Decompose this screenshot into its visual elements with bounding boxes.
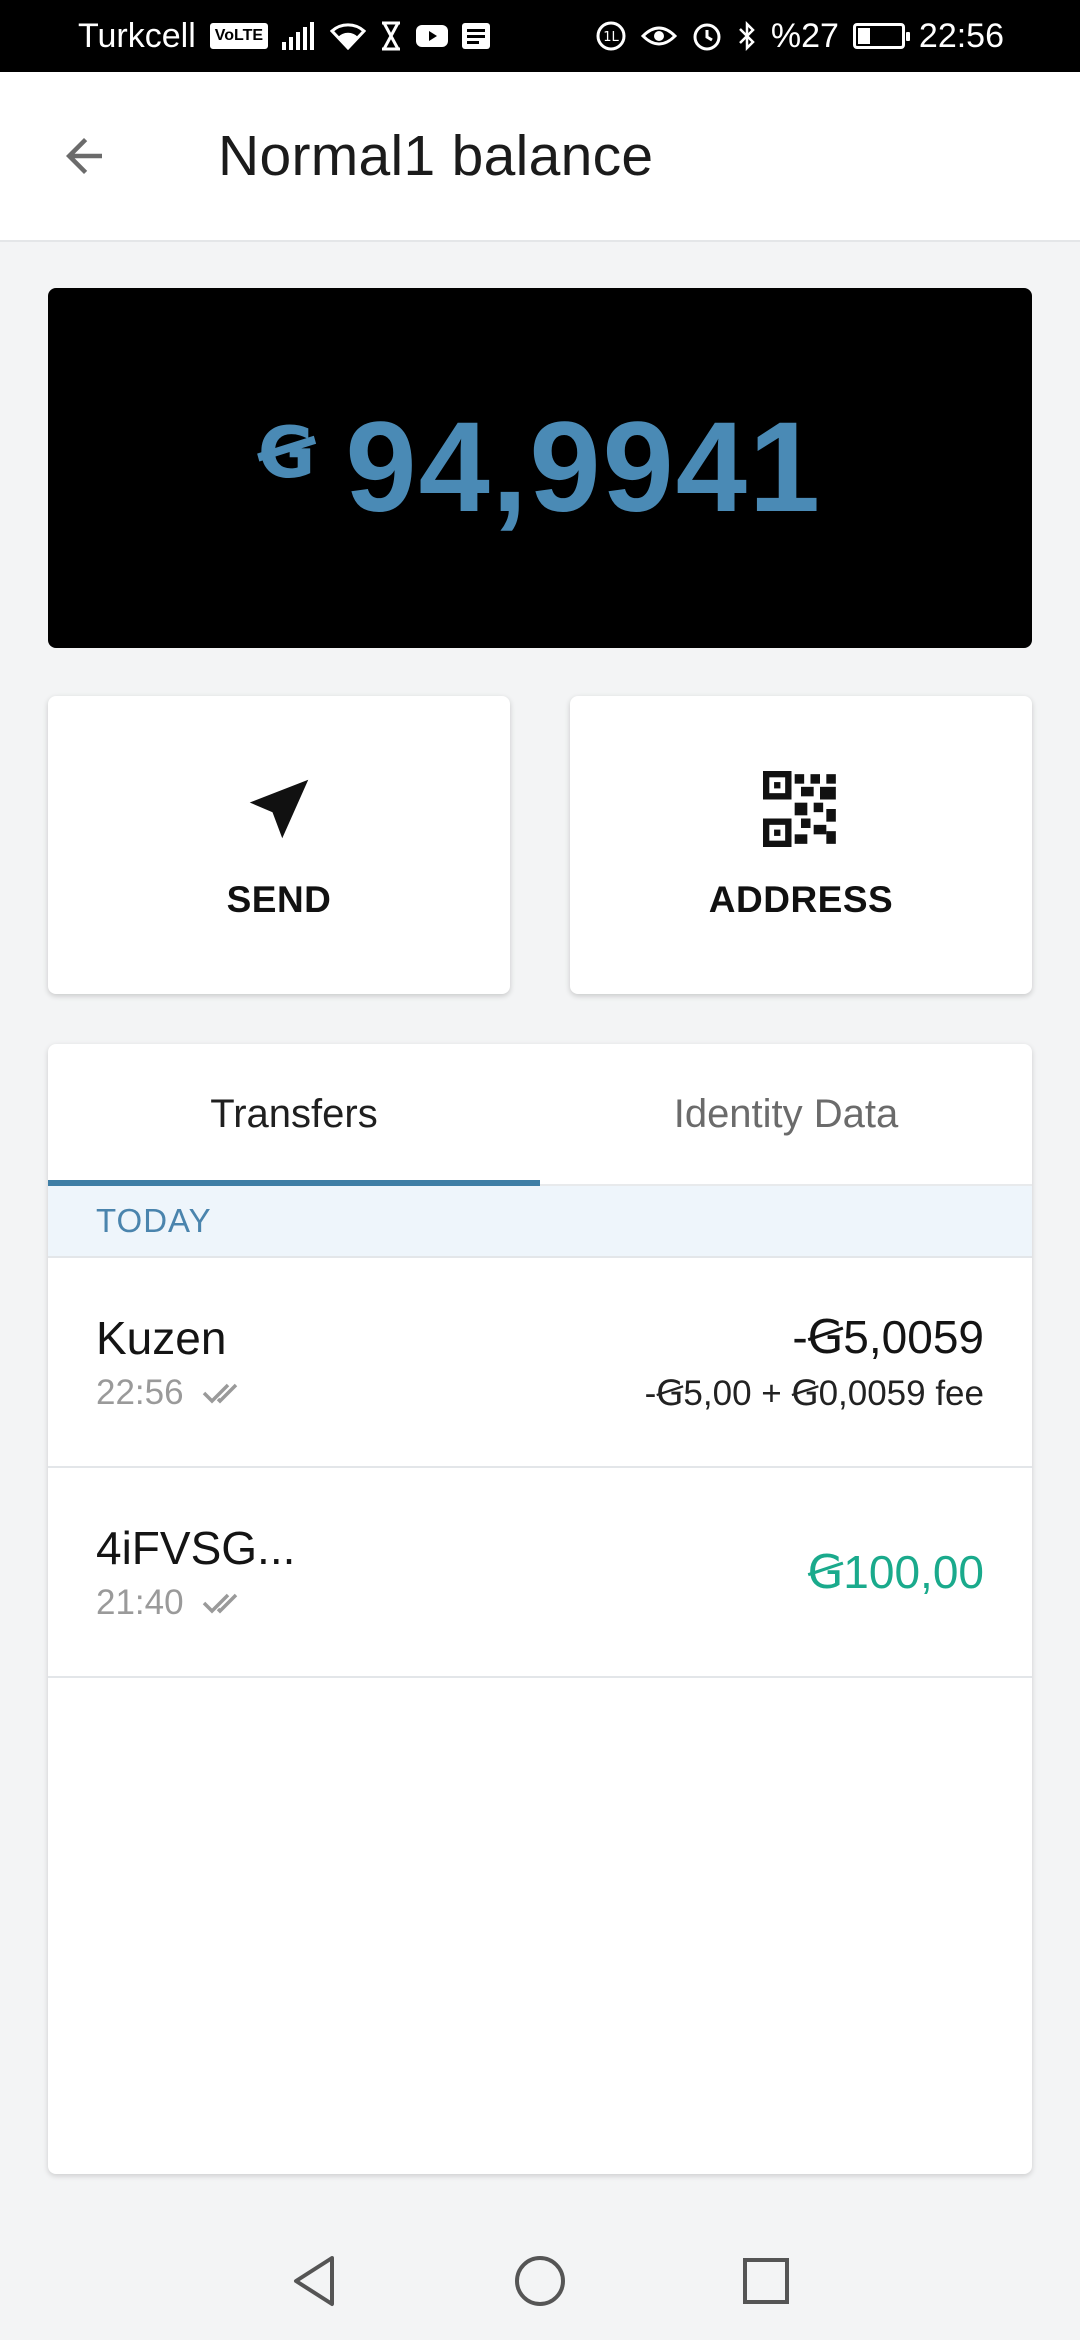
section-header-today: TODAY — [48, 1186, 1032, 1258]
qr-code-icon — [761, 769, 841, 849]
system-nav-bar — [0, 2222, 1080, 2340]
svg-text:1L: 1L — [603, 30, 619, 45]
nav-back-button[interactable] — [284, 2251, 344, 2311]
currency-symbol: Ꞡ — [257, 414, 316, 492]
transfer-row[interactable]: 4iFVSG... 21:40 Ꞡ100,00 — [48, 1468, 1032, 1678]
transfer-amount: -Ꞡ5,0059 — [792, 1311, 984, 1363]
wifi-icon — [330, 18, 367, 54]
alarm-icon — [691, 18, 723, 54]
double-check-icon — [202, 1593, 237, 1614]
transfer-time: 22:56 — [96, 1373, 184, 1412]
battery-percent: %27 — [770, 16, 839, 55]
bluetooth-icon — [737, 18, 757, 54]
status-bar: Turkcell VoLTE 1L %27 22:56 — [0, 0, 1080, 72]
home-circle-icon — [515, 2256, 565, 2306]
transfer-amount: Ꞡ100,00 — [807, 1546, 984, 1598]
send-plane-icon — [239, 769, 319, 849]
status-time: 22:56 — [918, 16, 1004, 55]
balance-card: Ꞡ 94,9941 — [48, 288, 1032, 648]
carrier-name: Turkcell — [78, 16, 196, 55]
recents-square-icon — [743, 2258, 789, 2304]
eye-icon — [640, 18, 677, 54]
send-label: SEND — [226, 879, 332, 920]
tab-identity-data[interactable]: Identity Data — [540, 1044, 1032, 1184]
nav-recents-button[interactable] — [736, 2251, 796, 2311]
tab-bar: Transfers Identity Data — [48, 1044, 1032, 1186]
transfer-fee-detail: -Ꞡ5,00 + Ꞡ0,0059 fee — [644, 1374, 984, 1413]
news-icon — [462, 18, 491, 54]
transfers-panel: Transfers Identity Data TODAY Kuzen 22:5… — [48, 1044, 1032, 2174]
status-bar-right: 1L %27 22:56 — [595, 17, 1004, 56]
signal-icon — [282, 18, 316, 54]
back-button[interactable] — [52, 124, 116, 188]
balance-display: Ꞡ 94,9941 — [258, 404, 822, 532]
volte-badge: VoLTE — [209, 23, 269, 49]
tab-transfers[interactable]: Transfers — [48, 1044, 540, 1186]
status-bar-left: Turkcell VoLTE — [78, 16, 491, 56]
page-title: Normal1 balance — [218, 124, 654, 188]
nfc-icon: 1L — [595, 18, 627, 54]
transfer-recipient: Kuzen — [96, 1312, 227, 1364]
nav-home-button[interactable] — [510, 2251, 570, 2311]
address-label: ADDRESS — [708, 879, 894, 920]
balance-amount: 94,9941 — [345, 396, 823, 539]
transfer-row[interactable]: Kuzen 22:56 -Ꞡ5,0059 -Ꞡ5,00 + Ꞡ0,0059 fe… — [48, 1258, 1032, 1468]
youtube-icon — [416, 18, 449, 54]
send-button[interactable]: SEND — [48, 696, 510, 994]
address-button[interactable]: ADDRESS — [570, 696, 1032, 994]
double-check-icon — [202, 1383, 237, 1404]
arrow-left-icon — [66, 138, 102, 174]
app-bar: Normal1 balance — [0, 72, 1080, 242]
back-triangle-icon — [294, 2256, 334, 2306]
transfer-recipient: 4iFVSG... — [96, 1522, 296, 1574]
battery-icon — [852, 23, 910, 49]
hourglass-icon — [380, 18, 402, 54]
transfer-time: 21:40 — [96, 1583, 184, 1622]
